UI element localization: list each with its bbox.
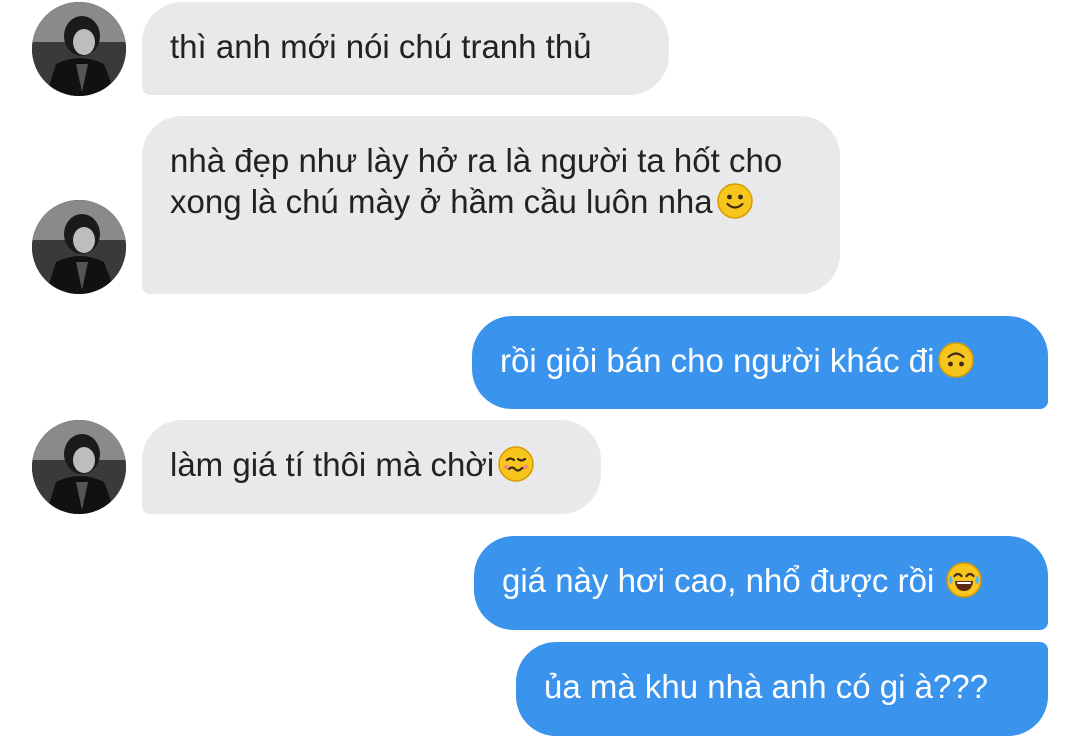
avatar[interactable] bbox=[32, 420, 126, 514]
message-bubble-outgoing[interactable]: ủa mà khu nhà anh có gi à??? bbox=[516, 642, 1048, 736]
message-text: thì anh mới nói chú tranh thủ bbox=[170, 28, 592, 65]
message-bubble-incoming[interactable]: thì anh mới nói chú tranh thủ bbox=[142, 2, 669, 95]
message-bubble-outgoing[interactable]: giá này hơi cao, nhổ được rồi bbox=[474, 536, 1048, 630]
chat-thread: thì anh mới nói chú tranh thủ nhà đẹp nh… bbox=[0, 0, 1080, 736]
message-text: ủa mà khu nhà anh có gi à??? bbox=[544, 668, 989, 705]
message-text: nhà đẹp như lày hở ra là người ta hốt ch… bbox=[170, 142, 783, 220]
message-bubble-incoming[interactable]: làm giá tí thôi mà chời bbox=[142, 420, 601, 514]
message-bubble-outgoing[interactable]: rồi giỏi bán cho người khác đi bbox=[472, 316, 1048, 409]
message-text: giá này hơi cao, nhổ được rồi bbox=[502, 562, 935, 599]
woozy-face-icon bbox=[498, 446, 535, 482]
message-text: làm giá tí thôi mà chời bbox=[170, 446, 495, 483]
message-text: rồi giỏi bán cho người khác đi bbox=[500, 342, 935, 379]
slightly-smiling-face-icon bbox=[716, 183, 753, 219]
message-bubble-incoming[interactable]: nhà đẹp như lày hở ra là người ta hốt ch… bbox=[142, 116, 840, 294]
tears-of-joy-face-icon bbox=[946, 562, 983, 598]
upside-down-face-icon bbox=[938, 342, 975, 378]
avatar[interactable] bbox=[32, 200, 126, 294]
avatar[interactable] bbox=[32, 2, 126, 96]
